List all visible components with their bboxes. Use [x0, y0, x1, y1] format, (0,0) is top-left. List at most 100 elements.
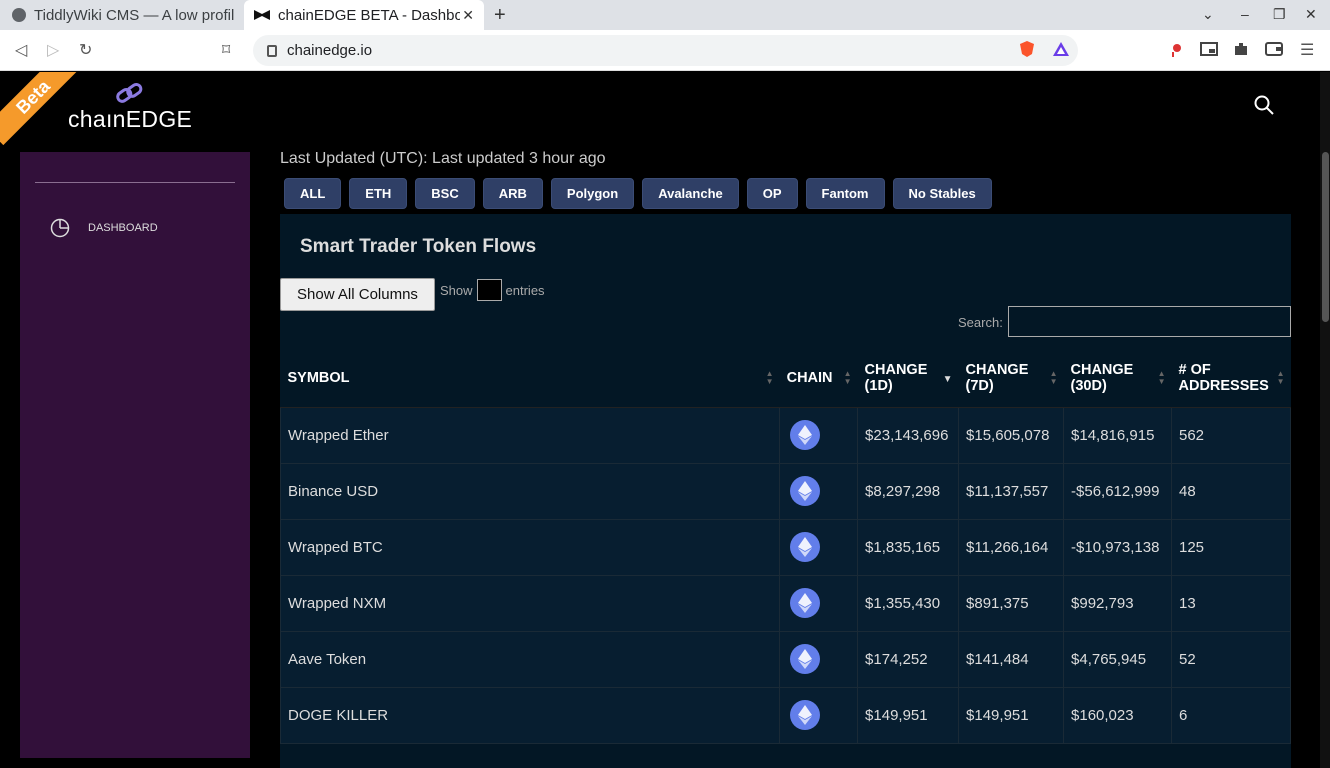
addresses-cell: 48 [1171, 462, 1291, 520]
change-30d-cell: -$10,973,138 [1063, 518, 1172, 576]
table-row[interactable]: Binance USD $8,297,298 $11,137,557 -$56,612… [279, 462, 1291, 520]
extensions-puzzle-icon[interactable] [1232, 40, 1250, 58]
brave-rewards-icon[interactable] [1052, 40, 1070, 58]
reload-icon[interactable]: ↻ [79, 40, 92, 60]
symbol-cell: Wrapped NXM [279, 574, 781, 632]
addresses-cell: 562 [1171, 406, 1291, 464]
browser-tab-chainedge[interactable]: chainEDGE BETA - Dashboa ✕ [244, 0, 484, 30]
ethereum-chain-icon [790, 420, 821, 450]
sidebar-item-dashboard[interactable]: DASHBOARD [50, 218, 158, 238]
show-label: Show [440, 282, 473, 298]
ethereum-chain-icon [790, 700, 821, 730]
header-label: CHANGE (30D) [1070, 361, 1134, 394]
search-input[interactable] [1008, 306, 1291, 337]
ethereum-chain-icon [790, 588, 821, 618]
picture-in-picture-icon[interactable] [1200, 40, 1218, 58]
forward-icon[interactable]: ▷ [47, 40, 59, 60]
lock-icon [267, 44, 277, 57]
symbol-cell: Wrapped BTC [279, 518, 781, 576]
column-header-change-7d[interactable]: CHANGE (7D) ▲ ▼ [958, 349, 1064, 408]
search-label: Search: [958, 315, 1003, 330]
header-label: CHAIN [786, 369, 833, 386]
change-7d-cell: $891,375 [958, 574, 1065, 632]
chain-filter-group: ALL ETH BSC ARB Polygon Avalanche OP Fan… [284, 178, 992, 209]
bookmark-icon[interactable]: ⌑ [222, 40, 230, 60]
chain-cell [779, 630, 859, 688]
pin-extension-icon[interactable] [1168, 40, 1186, 58]
tab-title: chainEDGE BETA - Dashboa [278, 6, 460, 24]
panel-title: Smart Trader Token Flows [300, 236, 537, 257]
menu-icon[interactable]: ☰ [1300, 40, 1314, 60]
page-scrollbar[interactable] [1320, 72, 1330, 768]
sort-icon: ▲ ▼ [1157, 369, 1166, 386]
change-7d-cell: $141,484 [958, 630, 1065, 688]
chain-cell [779, 462, 859, 520]
table-row[interactable]: Wrapped BTC $1,835,165 $11,266,164 -$10,973… [279, 518, 1291, 576]
table-row[interactable]: Wrapped Ether $23,143,696 $15,605,078 $14,8… [279, 406, 1291, 464]
change-1d-cell: $23,143,696 [857, 406, 960, 464]
change-1d-cell: $1,835,165 [857, 518, 960, 576]
address-bar-row: ◁ ▷ ↻ ⌑ chainedge.io ☰ [0, 30, 1330, 71]
brave-shield-icon[interactable] [1018, 40, 1036, 58]
column-header-change-30d[interactable]: CHANGE (30D) ▲ ▼ [1063, 349, 1172, 408]
minimize-icon[interactable]: – [1241, 6, 1249, 22]
sort-icon: ▲ ▼ [765, 369, 774, 386]
change-30d-cell: -$56,612,999 [1063, 462, 1172, 520]
chain-cell [779, 406, 859, 464]
filter-eth-button[interactable]: ETH [349, 178, 408, 209]
url-field[interactable]: chainedge.io [253, 35, 1078, 66]
table-row[interactable]: Wrapped NXM $1,355,430 $891,375 $992,793 13 [279, 574, 1291, 632]
change-7d-cell: $149,951 [958, 686, 1065, 744]
column-header-addresses[interactable]: # OF ADDRESSES ▲ ▼ [1171, 349, 1291, 408]
symbol-cell: Binance USD [279, 462, 781, 520]
table-row[interactable]: DOGE KILLER $149,951 $149,951 $160,023 6 [279, 686, 1291, 744]
page-content: Beta chaınEDGE DASHBOARD Last Updated (U… [0, 72, 1320, 768]
scrollbar-thumb[interactable] [1322, 152, 1329, 322]
sort-icon: ▲ ▼ [1049, 369, 1058, 386]
show-entries-control: Show entries [440, 279, 545, 301]
chain-cell [779, 686, 859, 744]
header-label: # OF ADDRESSES [1178, 361, 1269, 394]
change-1d-cell: $1,355,430 [857, 574, 960, 632]
addresses-cell: 125 [1171, 518, 1291, 576]
url-text: chainedge.io [287, 42, 373, 59]
header-label: SYMBOL [287, 369, 350, 386]
back-icon[interactable]: ◁ [15, 40, 27, 60]
wallet-icon[interactable] [1265, 40, 1283, 58]
filter-polygon-button[interactable]: Polygon [550, 178, 635, 209]
column-header-change-1d[interactable]: CHANGE (1D) ▼ [857, 349, 959, 408]
chevron-down-icon[interactable]: ⌄ [1202, 6, 1214, 23]
filter-fantom-button[interactable]: Fantom [805, 178, 885, 209]
change-7d-cell: $11,266,164 [958, 518, 1065, 576]
entries-select[interactable] [476, 279, 502, 301]
show-all-columns-button[interactable]: Show All Columns [280, 278, 435, 311]
browser-tab-bar: TiddlyWiki CMS — A low profil chainEDGE … [0, 0, 1330, 30]
filter-bsc-button[interactable]: BSC [415, 178, 475, 209]
sidebar-divider [35, 182, 235, 183]
browser-tab-tiddlywiki[interactable]: TiddlyWiki CMS — A low profil [0, 0, 242, 30]
token-flows-table: SYMBOL ▲ ▼ CHAIN ▲ ▼ CHANGE (1D) ▼ CHANGE (7D… [279, 349, 1291, 744]
sidebar: DASHBOARD [20, 152, 250, 758]
filter-no-stables-button[interactable]: No Stables [892, 178, 992, 209]
filter-all-button[interactable]: ALL [284, 178, 342, 209]
chain-cell [779, 574, 859, 632]
ethereum-chain-icon [790, 644, 821, 674]
new-tab-icon[interactable]: + [494, 4, 506, 27]
column-header-symbol[interactable]: SYMBOL ▲ ▼ [280, 349, 780, 408]
header-label: CHANGE (1D) [864, 361, 928, 394]
table-row[interactable]: Aave Token $174,252 $141,484 $4,765,945 52 [279, 630, 1291, 688]
restore-icon[interactable]: ❐ [1273, 6, 1286, 23]
change-30d-cell: $160,023 [1063, 686, 1172, 744]
filter-avalanche-button[interactable]: Avalanche [642, 178, 739, 209]
addresses-cell: 52 [1171, 630, 1291, 688]
column-header-chain[interactable]: CHAIN ▲ ▼ [779, 349, 858, 408]
close-tab-icon[interactable]: ✕ [462, 7, 474, 24]
site-logo[interactable]: chaınEDGE [68, 106, 192, 133]
close-window-icon[interactable]: ✕ [1305, 6, 1317, 23]
change-30d-cell: $4,765,945 [1063, 630, 1172, 688]
sort-desc-icon: ▼ [942, 374, 953, 385]
filter-arb-button[interactable]: ARB [482, 178, 543, 209]
search-icon[interactable] [1254, 95, 1274, 115]
change-1d-cell: $149,951 [857, 686, 960, 744]
filter-op-button[interactable]: OP [746, 178, 798, 209]
